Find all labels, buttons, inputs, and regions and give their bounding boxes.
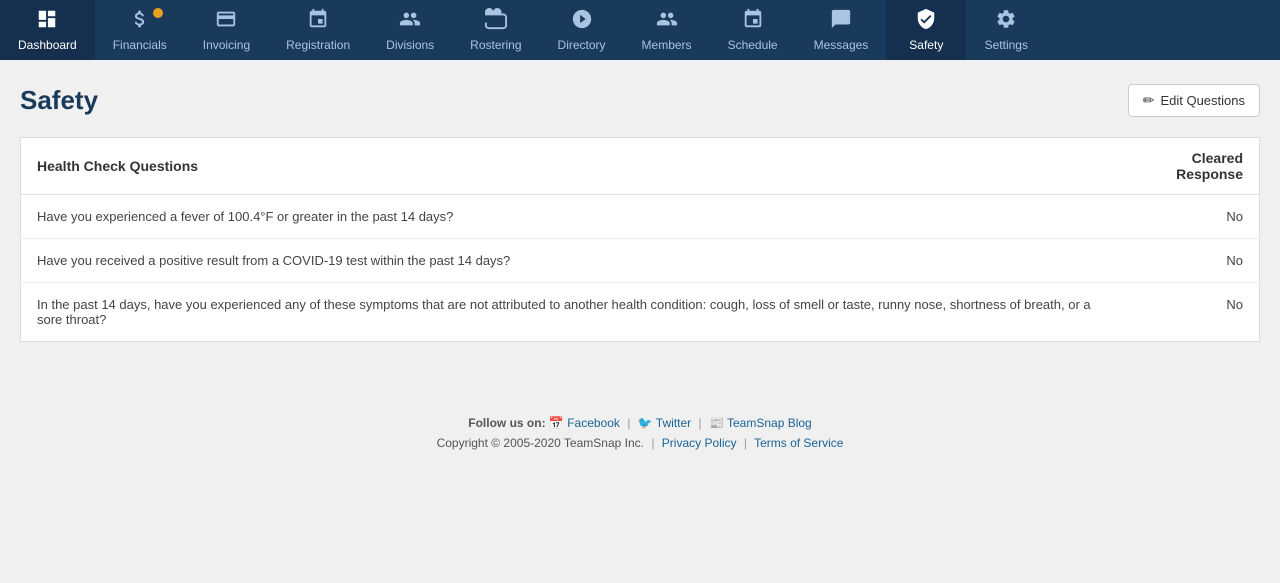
question-cell-2: In the past 14 days, have you experience… xyxy=(21,283,1109,342)
top-nav: Dashboard Financials Invoicing Registrat… xyxy=(0,0,1280,60)
nav-label-settings: Settings xyxy=(985,38,1028,52)
privacy-link[interactable]: Privacy Policy xyxy=(662,436,737,450)
rostering-icon xyxy=(485,8,507,35)
nav-label-financials: Financials xyxy=(113,38,167,52)
safety-icon xyxy=(915,8,937,35)
facebook-link-wrapper: 📅 Facebook xyxy=(549,416,623,430)
edit-questions-button[interactable]: ✏ Edit Questions xyxy=(1128,84,1260,117)
nav-label-rostering: Rostering xyxy=(470,38,521,52)
settings-icon xyxy=(995,8,1017,35)
follow-label: Follow us on: xyxy=(468,416,545,430)
messages-icon xyxy=(830,8,852,35)
question-cell-0: Have you experienced a fever of 100.4°F … xyxy=(21,195,1109,239)
nav-label-members: Members xyxy=(642,38,692,52)
response-cell-2: No xyxy=(1109,283,1260,342)
col-header-response: Cleared Response xyxy=(1109,138,1260,195)
twitter-link[interactable]: Twitter xyxy=(656,416,691,430)
financials-icon xyxy=(129,8,151,35)
separator-4: | xyxy=(744,436,747,450)
separator-3: | xyxy=(651,436,654,450)
footer-follow-line: Follow us on: 📅 Facebook | 🐦 Twitter | 📰… xyxy=(20,416,1260,430)
twitter-link-wrapper: 🐦 Twitter xyxy=(638,416,695,430)
divisions-icon xyxy=(399,8,421,35)
nav-item-messages[interactable]: Messages xyxy=(796,0,887,60)
facebook-link[interactable]: Facebook xyxy=(567,416,620,430)
col-header-question: Health Check Questions xyxy=(21,138,1109,195)
separator-2: | xyxy=(698,416,701,430)
nav-label-safety: Safety xyxy=(909,38,943,52)
nav-item-invoicing[interactable]: Invoicing xyxy=(185,0,268,60)
nav-item-financials[interactable]: Financials xyxy=(95,0,185,60)
nav-item-members[interactable]: Members xyxy=(624,0,710,60)
nav-item-rostering[interactable]: Rostering xyxy=(452,0,539,60)
nav-label-divisions: Divisions xyxy=(386,38,434,52)
nav-label-dashboard: Dashboard xyxy=(18,38,77,52)
table-row: Have you experienced a fever of 100.4°F … xyxy=(21,195,1260,239)
footer: Follow us on: 📅 Facebook | 🐦 Twitter | 📰… xyxy=(0,386,1280,480)
schedule-icon xyxy=(742,8,764,35)
members-icon xyxy=(656,8,678,35)
nav-label-invoicing: Invoicing xyxy=(203,38,250,52)
nav-item-directory[interactable]: Directory xyxy=(540,0,624,60)
separator-1: | xyxy=(627,416,630,430)
nav-item-schedule[interactable]: Schedule xyxy=(710,0,796,60)
health-check-table: Health Check Questions Cleared Response … xyxy=(20,137,1260,342)
response-cell-1: No xyxy=(1109,239,1260,283)
page-header: Safety ✏ Edit Questions xyxy=(20,84,1260,117)
nav-item-dashboard[interactable]: Dashboard xyxy=(0,0,95,60)
nav-item-divisions[interactable]: Divisions xyxy=(368,0,452,60)
blog-link-wrapper: 📰 TeamSnap Blog xyxy=(709,416,812,430)
response-cell-0: No xyxy=(1109,195,1260,239)
invoicing-icon xyxy=(215,8,237,35)
financials-badge xyxy=(153,8,163,18)
main-content: Safety ✏ Edit Questions Health Check Que… xyxy=(0,60,1280,386)
edit-questions-label: Edit Questions xyxy=(1160,93,1245,108)
footer-copyright-line: Copyright © 2005-2020 TeamSnap Inc. | Pr… xyxy=(20,436,1260,450)
nav-label-registration: Registration xyxy=(286,38,350,52)
nav-label-schedule: Schedule xyxy=(728,38,778,52)
registration-icon xyxy=(307,8,329,35)
copyright-text: Copyright © 2005-2020 TeamSnap Inc. xyxy=(437,436,644,450)
nav-label-messages: Messages xyxy=(814,38,869,52)
pencil-icon: ✏ xyxy=(1143,92,1155,109)
nav-item-registration[interactable]: Registration xyxy=(268,0,368,60)
question-cell-1: Have you received a positive result from… xyxy=(21,239,1109,283)
nav-item-safety[interactable]: Safety xyxy=(886,0,966,60)
nav-label-directory: Directory xyxy=(558,38,606,52)
page-title: Safety xyxy=(20,85,98,116)
table-row: Have you received a positive result from… xyxy=(21,239,1260,283)
terms-link[interactable]: Terms of Service xyxy=(754,436,843,450)
blog-link[interactable]: TeamSnap Blog xyxy=(727,416,812,430)
dashboard-icon xyxy=(36,8,58,35)
table-row: In the past 14 days, have you experience… xyxy=(21,283,1260,342)
directory-icon xyxy=(571,8,593,35)
nav-item-settings[interactable]: Settings xyxy=(966,0,1046,60)
table-header-row: Health Check Questions Cleared Response xyxy=(21,138,1260,195)
